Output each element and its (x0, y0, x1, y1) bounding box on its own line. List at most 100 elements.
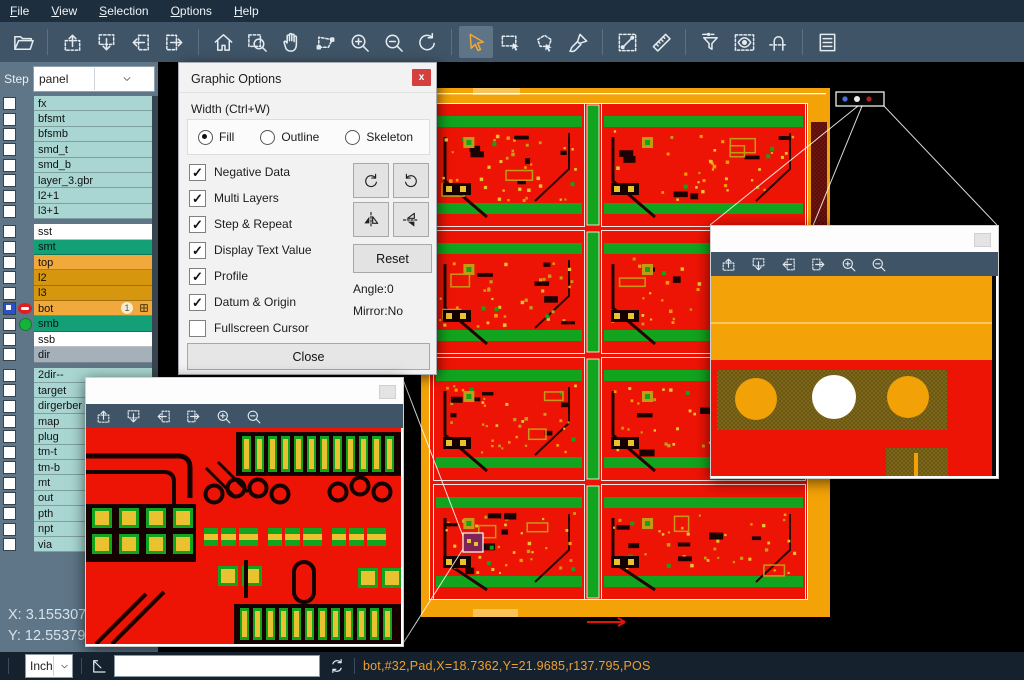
layer-row-top[interactable]: top (0, 255, 158, 270)
checkbox-box[interactable]: ✓ (189, 216, 206, 233)
layer-row-smt[interactable]: smt (0, 240, 158, 255)
layer-name[interactable]: l2+1 (34, 188, 153, 203)
toolbar-ruler-button[interactable] (644, 26, 678, 58)
layer-row-fx[interactable]: fx (0, 96, 158, 111)
layer-row-l3-1[interactable]: l3+1 (0, 204, 158, 219)
checkbox-box[interactable]: ✓ (189, 268, 206, 285)
grid-icon[interactable] (139, 303, 149, 313)
checkbox-box[interactable]: ✓ (189, 242, 206, 259)
magnifier-right-titlebar[interactable] (711, 226, 998, 252)
layer-checkbox[interactable] (3, 348, 16, 361)
layer-name[interactable]: dir (34, 347, 153, 362)
mag-move-up-button[interactable] (90, 405, 116, 427)
layer-row-layer-3-gbr[interactable]: layer_3.gbr (0, 173, 158, 188)
toolbar-open-folder-button[interactable] (6, 26, 40, 58)
chevron-down-icon[interactable] (53, 656, 72, 676)
layer-name[interactable]: l2 (34, 270, 153, 285)
layer-row-dir[interactable]: dir (0, 347, 158, 362)
radio-circle[interactable] (345, 130, 360, 145)
layer-row-bfsmt[interactable]: bfsmt (0, 111, 158, 126)
toolbar-select-pointer-button[interactable] (459, 26, 493, 58)
layer-checkbox[interactable] (3, 287, 16, 300)
checkbox-box[interactable]: ✓ (189, 294, 206, 311)
layer-name[interactable]: smd_t (34, 142, 153, 157)
layer-name[interactable]: smt (34, 240, 153, 255)
radio-skeleton[interactable]: Skeleton (345, 130, 413, 145)
mag-move-right-button[interactable] (180, 405, 206, 427)
layer-checkbox[interactable] (3, 415, 16, 428)
magnifier-left-titlebar[interactable] (86, 378, 403, 404)
layer-checkbox[interactable] (3, 369, 16, 382)
layer-checkbox[interactable] (3, 241, 16, 254)
layer-checkbox[interactable] (3, 174, 16, 187)
toolbar-pan-hand-button[interactable] (274, 26, 308, 58)
reset-button[interactable]: Reset (353, 244, 432, 273)
layer-checkbox[interactable] (3, 318, 16, 331)
layer-row-l3[interactable]: l3 (0, 286, 158, 301)
layer-checkbox[interactable] (3, 384, 16, 397)
layer-name[interactable]: smd_b (34, 158, 153, 173)
window-menu-button[interactable] (974, 233, 991, 247)
radio-fill[interactable]: Fill (198, 130, 234, 145)
toolbar-zoom-in-button[interactable] (342, 26, 376, 58)
rotate-cw-button[interactable] (353, 163, 389, 198)
dialog-close-button[interactable]: x (412, 69, 431, 86)
layer-checkbox[interactable] (3, 159, 16, 172)
menu-item-selection[interactable]: Selection (99, 4, 148, 18)
radio-circle[interactable] (198, 130, 213, 145)
layer-checkbox[interactable] (3, 446, 16, 459)
mag-zoom-in-button[interactable] (835, 253, 861, 275)
checkbox-box[interactable]: ✓ (189, 190, 206, 207)
mag-move-right-button[interactable] (805, 253, 831, 275)
radio-outline[interactable]: Outline (260, 130, 319, 145)
mag-zoom-out-button[interactable] (865, 253, 891, 275)
layer-checkbox[interactable] (3, 538, 16, 551)
checkbox-step-repeat[interactable]: ✓Step & Repeat (189, 211, 312, 237)
unit-dropdown[interactable]: Inch (25, 654, 73, 678)
layer-checkbox[interactable] (3, 430, 16, 443)
layer-name[interactable]: top (34, 255, 153, 270)
layer-row-l2[interactable]: l2 (0, 270, 158, 285)
layer-row-smd-b[interactable]: smd_b (0, 158, 158, 173)
layer-checkbox[interactable] (3, 333, 16, 346)
toolbar-measure-line-button[interactable] (610, 26, 644, 58)
layer-checkbox[interactable] (3, 271, 16, 284)
layer-checkbox[interactable] (3, 507, 16, 520)
toolbar-snap-loop-button[interactable] (761, 26, 795, 58)
flip-v-button[interactable] (393, 202, 429, 237)
menu-item-file[interactable]: File (10, 4, 29, 18)
layer-checkbox[interactable] (3, 113, 16, 126)
toolbar-home-button[interactable] (206, 26, 240, 58)
toolbar-select-rect-button[interactable] (493, 26, 527, 58)
mag-zoom-in-button[interactable] (210, 405, 236, 427)
layer-name[interactable]: l3+1 (34, 204, 153, 219)
layer-checkbox[interactable] (3, 523, 16, 536)
magnifier-left-view[interactable] (86, 428, 401, 644)
checkbox-box[interactable]: ✓ (189, 164, 206, 181)
mag-zoom-out-button[interactable] (240, 405, 266, 427)
toolbar-move-left-button[interactable] (123, 26, 157, 58)
layer-name[interactable]: ssb (34, 332, 153, 347)
corner-angle-icon[interactable] (90, 657, 108, 675)
toolbar-measure-area-button[interactable] (308, 26, 342, 58)
layer-name[interactable]: bfsmt (34, 111, 153, 126)
layer-name[interactable]: bfsmb (34, 127, 153, 142)
sync-icon[interactable] (328, 657, 346, 675)
radio-circle[interactable] (260, 130, 275, 145)
layer-checkbox[interactable] (3, 461, 16, 474)
layer-checkbox[interactable] (3, 190, 16, 203)
checkbox-display-text-value[interactable]: ✓Display Text Value (189, 237, 312, 263)
toolbar-move-up-button[interactable] (55, 26, 89, 58)
menu-item-options[interactable]: Options (171, 4, 212, 18)
layer-checkbox[interactable] (3, 256, 16, 269)
menu-item-view[interactable]: View (51, 4, 77, 18)
toolbar-view-options-button[interactable] (727, 26, 761, 58)
mag-move-up-button[interactable] (715, 253, 741, 275)
toolbar-filter-button[interactable] (693, 26, 727, 58)
toolbar-select-polygon-button[interactable] (527, 26, 561, 58)
mag-move-down-button[interactable] (745, 253, 771, 275)
toolbar-report-button[interactable] (810, 26, 844, 58)
layer-name[interactable]: sst (34, 224, 153, 239)
toolbar-zoom-out-button[interactable] (376, 26, 410, 58)
layer-checkbox[interactable] (3, 492, 16, 505)
